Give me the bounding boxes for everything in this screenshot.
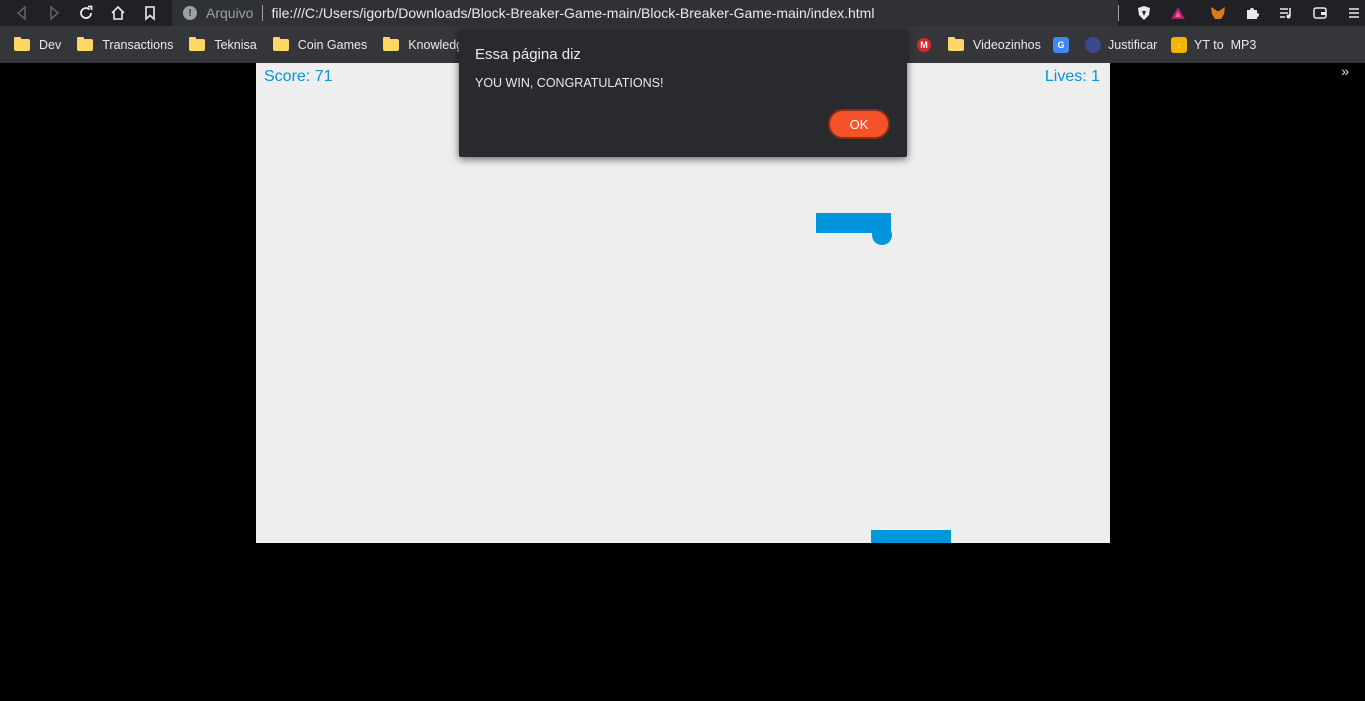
lives-label: Lives: 1: [1044, 68, 1100, 85]
bookmark-label: Videozinhos: [973, 37, 1041, 52]
bookmark-justificar[interactable]: Justificar: [1077, 26, 1165, 63]
reload-button[interactable]: [70, 0, 102, 26]
folder-icon: [272, 36, 289, 51]
more-bookmarks-chevron-icon[interactable]: »: [1341, 52, 1349, 89]
dialog-message: YOU WIN, CONGRATULATIONS!: [475, 76, 664, 90]
dialog-title: Essa página diz: [475, 46, 581, 63]
bookmark-label: Teknisa: [214, 37, 257, 52]
bookmark-label: Justificar: [1108, 37, 1158, 52]
bookmark-button[interactable]: [134, 0, 166, 26]
extensions-divider: [1118, 5, 1119, 21]
home-icon: [111, 5, 125, 20]
bookmark-yt-to-mp3[interactable]: ↓ YT to MP3: [1163, 26, 1264, 63]
home-button[interactable]: [102, 0, 134, 26]
media-icon[interactable]: [1275, 2, 1297, 24]
bookmark-icon: [145, 6, 155, 21]
info-icon[interactable]: !: [183, 6, 197, 20]
back-button[interactable]: [6, 0, 38, 26]
browser-toolbar: ! Arquivo file:///C:/Users/igorb/Downloa…: [0, 0, 1365, 26]
back-icon: [16, 5, 26, 21]
address-bar[interactable]: ! Arquivo file:///C:/Users/igorb/Downloa…: [172, 0, 1118, 26]
brave-rewards-icon[interactable]: [1167, 2, 1189, 24]
bookmark-folder-transactions[interactable]: Transactions: [69, 26, 181, 63]
bookmark-label: Coin Games: [297, 37, 368, 52]
ball: [872, 225, 892, 245]
bookmark-folder-dev[interactable]: Dev: [0, 26, 69, 63]
forward-icon: [50, 5, 60, 21]
brave-shield-icon[interactable]: [1133, 2, 1155, 24]
folder-icon: [383, 36, 400, 51]
extensions-area: [1118, 0, 1365, 26]
ok-button[interactable]: OK: [828, 109, 890, 139]
bookmark-folder-videozinhos[interactable]: Videozinhos: [940, 26, 1049, 63]
bookmark-folder-teknisa[interactable]: Teknisa: [181, 26, 264, 63]
folder-icon: [948, 36, 964, 51]
reload-icon: [80, 5, 93, 19]
mega-icon: M: [917, 37, 931, 52]
wallet-icon[interactable]: [1309, 2, 1331, 24]
bookmark-folder-coin-games[interactable]: Coin Games: [265, 26, 375, 63]
metamask-icon[interactable]: [1207, 2, 1229, 24]
forward-button[interactable]: [38, 0, 70, 26]
bookmark-label: Transactions: [102, 37, 174, 52]
bookmark-label: Dev: [39, 37, 62, 52]
download-icon: ↓: [1171, 36, 1187, 53]
scheme-label: Arquivo: [206, 5, 254, 21]
translate-icon: G: [1053, 36, 1069, 53]
folder-icon: [189, 36, 206, 51]
bookmark-label: YT to MP3: [1194, 37, 1257, 52]
url-text[interactable]: file:///C:/Users/igorb/Downloads/Block-B…: [271, 5, 874, 21]
puzzle-icon[interactable]: [1241, 2, 1263, 24]
folder-icon: [77, 36, 94, 51]
score-label: Score: 71: [264, 68, 333, 85]
menu-icon[interactable]: [1343, 2, 1365, 24]
folder-icon: [14, 36, 30, 51]
paddle[interactable]: [871, 530, 951, 543]
alert-dialog: Essa página diz YOU WIN, CONGRATULATIONS…: [459, 30, 907, 157]
omnibox-divider: [262, 5, 264, 21]
justificar-icon: [1085, 36, 1101, 53]
